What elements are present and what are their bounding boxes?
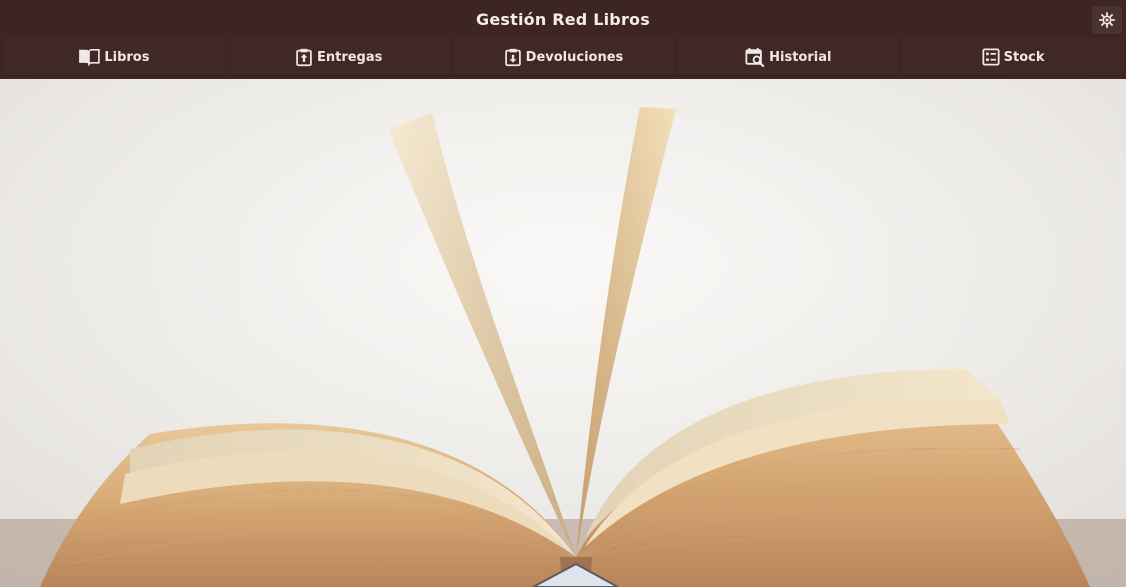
calendar-search-icon	[745, 47, 765, 67]
tab-libros[interactable]: Libros	[3, 38, 225, 76]
book-open-icon	[79, 48, 101, 66]
list-box-icon	[982, 48, 1000, 66]
tab-entregas-label: Entregas	[316, 49, 383, 65]
tab-stock[interactable]: Stock	[902, 38, 1124, 76]
hero-image	[0, 79, 1126, 587]
upload-box-icon	[296, 48, 312, 66]
gear-icon	[1098, 11, 1116, 29]
tab-historial[interactable]: Historial	[677, 38, 900, 76]
settings-button[interactable]	[1092, 6, 1122, 34]
tab-historial-label: Historial	[769, 49, 832, 65]
tab-libros-label: Libros	[104, 49, 150, 65]
app-title: Gestión Red Libros	[476, 9, 650, 29]
title-bar: Gestión Red Libros	[0, 0, 1126, 38]
tab-devoluciones-label: Devoluciones	[525, 49, 624, 65]
tab-stock-label: Stock	[1003, 49, 1045, 65]
tab-devoluciones[interactable]: Devoluciones	[452, 38, 675, 76]
tab-bar: Libros Entregas Devoluciones Historial S…	[0, 38, 1126, 79]
tab-entregas[interactable]: Entregas	[227, 38, 450, 76]
download-box-icon	[504, 48, 521, 66]
open-book-illustration	[0, 79, 1126, 587]
